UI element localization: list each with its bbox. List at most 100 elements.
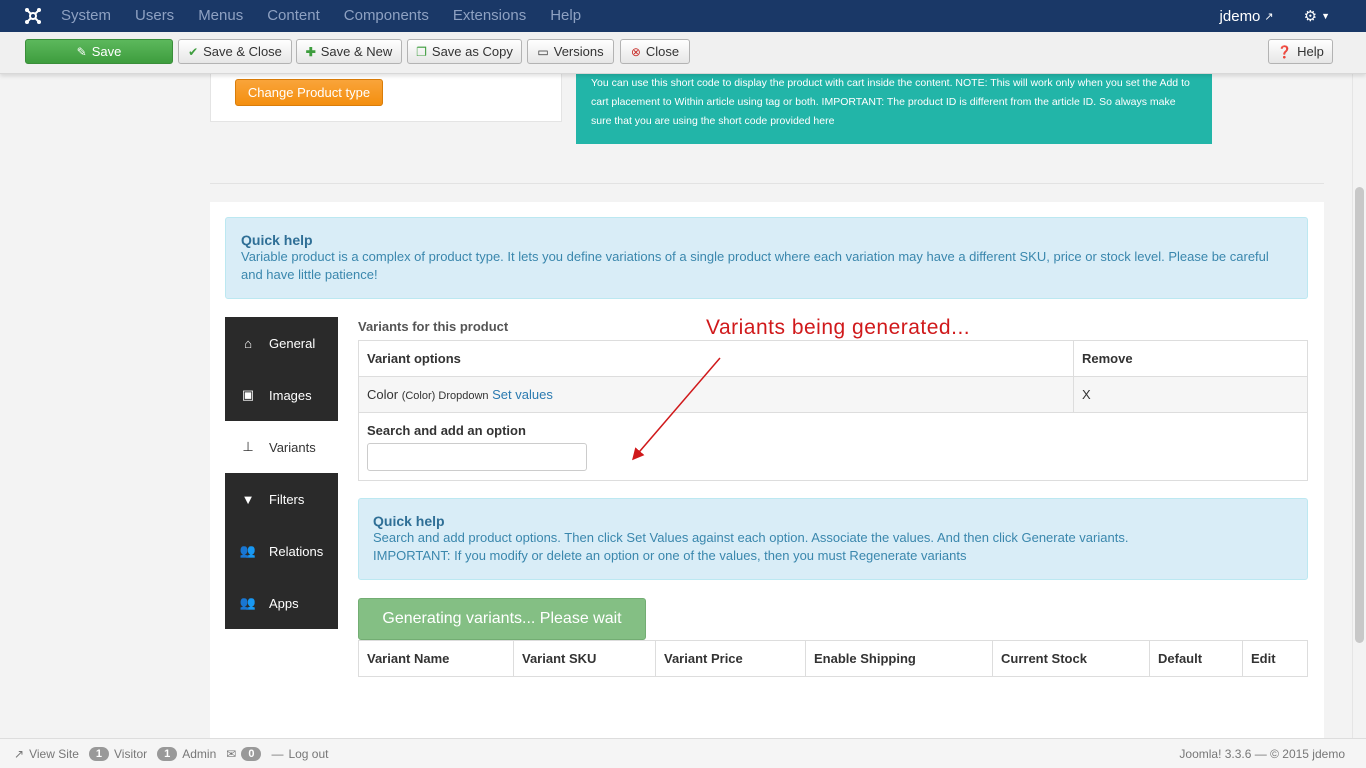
- messages-status[interactable]: ✉ 0: [226, 746, 262, 761]
- variants-table: Variant Name Variant SKU Variant Price E…: [358, 640, 1308, 677]
- col-remove: Remove: [1073, 340, 1308, 377]
- visitors-status: 1 Visitor: [88, 746, 148, 761]
- menu-components[interactable]: Components: [344, 0, 429, 32]
- external-link-icon: ↗: [1264, 10, 1274, 23]
- scrollbar-thumb[interactable]: [1355, 187, 1364, 643]
- generate-variants-button[interactable]: Generating variants... Please wait: [358, 598, 646, 640]
- view-site-label: View Site: [29, 746, 79, 761]
- tab-filters[interactable]: ▼ Filters: [225, 473, 338, 525]
- tab-label: Variants: [269, 439, 316, 455]
- version-text: Joomla! 3.3.6 — © 2015 jdemo: [1179, 746, 1345, 761]
- menu-menus[interactable]: Menus: [198, 0, 243, 32]
- save-copy-label: Save as Copy: [431, 44, 513, 59]
- sitemap-icon: ⊥: [242, 439, 254, 454]
- users-icon: 👥: [239, 543, 257, 558]
- product-tabs: ⌂ General ▣ Images ⊥ Variants ▼ Filters …: [225, 317, 338, 629]
- tab-variants[interactable]: ⊥ Variants: [225, 421, 338, 473]
- search-option-label: Search and add an option: [367, 423, 526, 438]
- option-row: Color (Color) Dropdown Set values X: [358, 376, 1308, 413]
- quick-help-line1: Search and add product options. Then cli…: [373, 530, 1129, 545]
- menu-content[interactable]: Content: [267, 0, 320, 32]
- variants-panel: Quick help Variable product is a complex…: [210, 202, 1324, 742]
- save-new-label: Save & New: [320, 44, 393, 59]
- external-link-icon: ↗: [14, 746, 25, 761]
- minus-icon: —: [271, 746, 284, 761]
- menu-help[interactable]: Help: [550, 0, 581, 32]
- tab-label: Relations: [269, 543, 324, 559]
- admin-count-badge: 1: [157, 746, 178, 761]
- tab-relations[interactable]: 👥 Relations: [225, 525, 338, 577]
- col-variant-name: Variant Name: [358, 640, 514, 677]
- versions-button[interactable]: ▭ Versions: [527, 39, 614, 64]
- tab-apps[interactable]: 👥 Apps: [225, 577, 338, 629]
- check-icon: ✔: [188, 44, 199, 59]
- annotation-text: Variants being generated...: [706, 316, 971, 339]
- image-icon: ▣: [241, 387, 255, 402]
- tab-label: General: [269, 335, 316, 351]
- col-default: Default: [1149, 640, 1243, 677]
- tab-label: Images: [269, 387, 312, 403]
- close-label: Close: [645, 44, 680, 59]
- annotation-arrow-icon: [632, 357, 721, 461]
- top-navbar: System Users Menus Content Components Ex…: [0, 0, 1366, 32]
- home-icon: ⌂: [244, 335, 252, 351]
- col-edit: Edit: [1242, 640, 1308, 677]
- gear-icon: ⚙: [1303, 8, 1318, 25]
- remove-option-button[interactable]: X: [1073, 376, 1308, 413]
- filter-icon: ▼: [241, 491, 255, 507]
- view-site-link[interactable]: ↗ View Site: [14, 747, 79, 761]
- quick-help-main: Quick help Variable product is a complex…: [225, 217, 1308, 299]
- versions-label: Versions: [553, 44, 604, 59]
- menu-system[interactable]: System: [61, 0, 111, 32]
- save-button[interactable]: ✎ Save: [25, 39, 173, 64]
- menu-extensions[interactable]: Extensions: [453, 0, 526, 32]
- variants-heading: Variants for this product: [358, 319, 509, 334]
- question-icon: ❓: [1277, 44, 1293, 59]
- col-variant-sku: Variant SKU: [513, 640, 656, 677]
- set-values-link[interactable]: Set values: [492, 387, 553, 402]
- change-product-type-button[interactable]: Change Product type: [235, 79, 383, 106]
- archive-icon: ▭: [537, 44, 549, 59]
- settings-dropdown[interactable]: ⚙ ▼: [1304, 7, 1330, 25]
- visitor-label: Visitor: [114, 746, 148, 761]
- edit-icon: ✎: [76, 44, 87, 59]
- tab-label: Apps: [269, 595, 299, 611]
- tab-images[interactable]: ▣ Images: [225, 369, 338, 421]
- username: jdemo: [1219, 7, 1261, 25]
- save-label: Save: [91, 44, 122, 59]
- option-meta: (Color) Dropdown: [401, 390, 489, 402]
- col-current-stock: Current Stock: [992, 640, 1150, 677]
- visitor-count-badge: 1: [88, 746, 109, 761]
- product-type-card: Change Product type: [210, 74, 562, 122]
- message-count-badge: 0: [241, 746, 262, 761]
- save-close-button[interactable]: ✔ Save & Close: [178, 39, 292, 64]
- divider: [210, 183, 1324, 184]
- envelope-icon: ✉: [226, 746, 237, 761]
- col-enable-shipping: Enable Shipping: [805, 640, 993, 677]
- plus-icon: ✚: [305, 44, 316, 59]
- user-link[interactable]: jdemo ↗: [1220, 8, 1274, 25]
- option-name: Color: [367, 387, 399, 402]
- admin-label: Admin: [182, 746, 217, 761]
- menu-users[interactable]: Users: [135, 0, 174, 32]
- save-copy-button[interactable]: ❐ Save as Copy: [407, 39, 522, 64]
- copy-icon: ❐: [416, 44, 427, 59]
- close-button[interactable]: ⊗ Close: [620, 39, 690, 64]
- page-scrollbar[interactable]: [1352, 74, 1366, 738]
- admins-status: 1 Admin: [157, 746, 217, 761]
- search-option-input[interactable]: [367, 443, 587, 471]
- save-new-button[interactable]: ✚ Save & New: [296, 39, 402, 64]
- quick-help-variants: Quick help Search and add product option…: [358, 498, 1308, 580]
- users-icon: 👥: [239, 595, 257, 610]
- caret-down-icon: ▼: [1321, 11, 1330, 21]
- joomla-logo-icon[interactable]: [17, 0, 49, 32]
- tab-general[interactable]: ⌂ General: [225, 317, 338, 369]
- logout-label: Log out: [288, 746, 329, 761]
- shortcode-note: You can use this short code to display t…: [576, 74, 1212, 144]
- logout-link[interactable]: — Log out: [271, 747, 328, 761]
- cancel-icon: ⊗: [630, 44, 641, 59]
- quick-help-title: Quick help: [241, 232, 313, 248]
- quick-help-line2: IMPORTANT: If you modify or delete an op…: [373, 548, 967, 563]
- help-button[interactable]: ❓ Help: [1268, 39, 1333, 64]
- main-content: Change Product type You can use this sho…: [201, 74, 1352, 742]
